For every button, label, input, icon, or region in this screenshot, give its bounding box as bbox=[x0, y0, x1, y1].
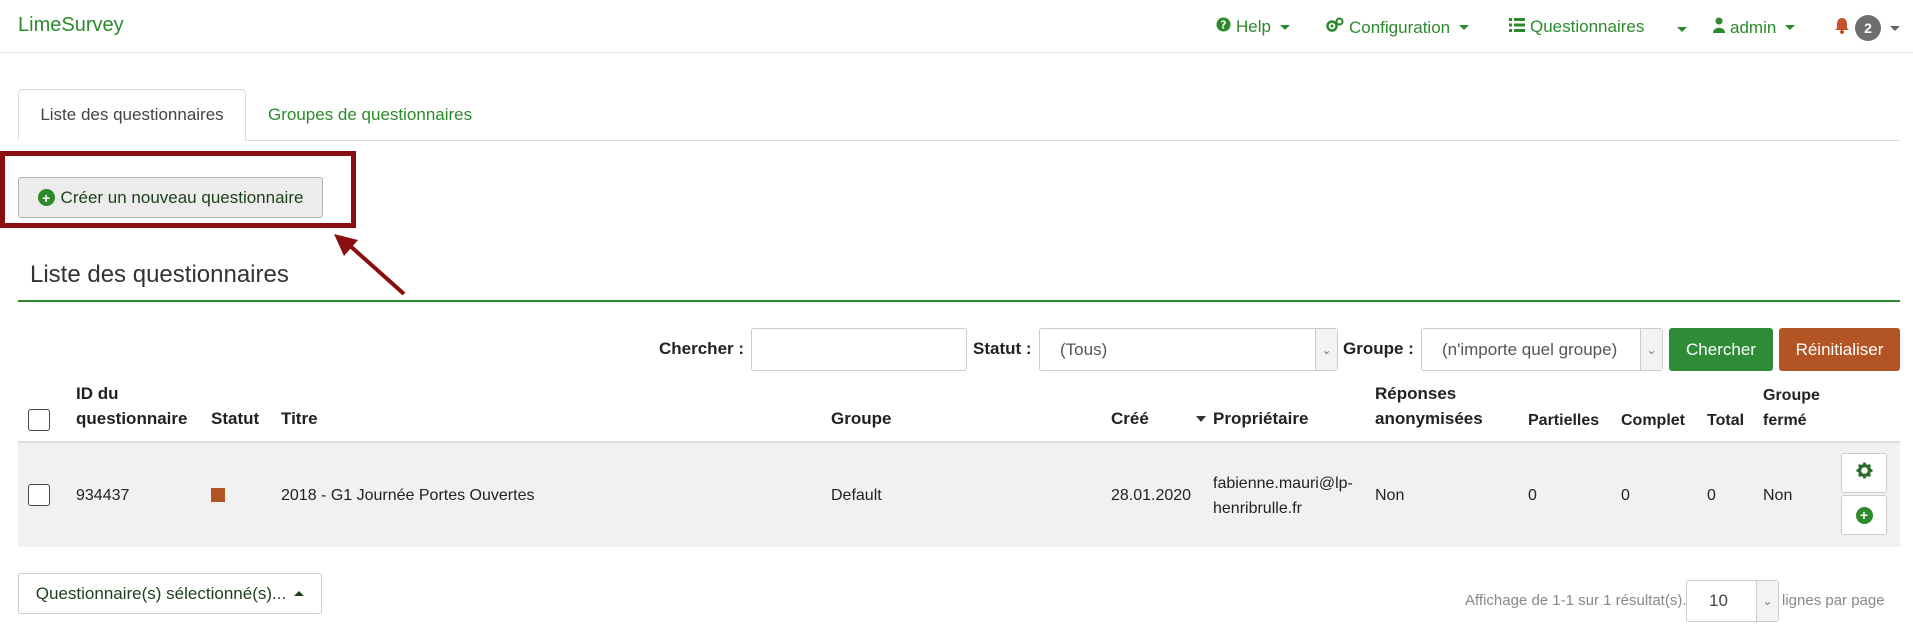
column-header-complete[interactable]: Complet bbox=[1621, 408, 1685, 433]
bell-icon bbox=[1834, 17, 1850, 39]
create-survey-label: Créer un nouveau questionnaire bbox=[60, 187, 304, 207]
group-label: Groupe : bbox=[1343, 339, 1414, 358]
row-checkbox[interactable] bbox=[28, 484, 50, 506]
survey-settings-button[interactable] bbox=[1841, 453, 1887, 493]
create-survey-button[interactable]: + Créer un nouveau questionnaire bbox=[18, 177, 323, 218]
chevron-down-icon: ⌄ bbox=[1315, 329, 1337, 370]
gear-icon bbox=[1856, 462, 1873, 484]
cell-id: 934437 bbox=[76, 487, 130, 504]
nav-configuration[interactable]: Configuration bbox=[1326, 17, 1470, 38]
add-response-button[interactable]: + bbox=[1841, 495, 1887, 535]
column-header-owner[interactable]: Propriétaire bbox=[1213, 406, 1308, 431]
column-header-anonymized[interactable]: Réponses anonymisées bbox=[1375, 381, 1483, 431]
nav-help[interactable]: ? Help bbox=[1216, 17, 1290, 37]
chevron-down-icon bbox=[1785, 25, 1796, 30]
tab-survey-groups[interactable]: Groupes de questionnaires bbox=[268, 105, 472, 125]
sort-desc-icon bbox=[1196, 416, 1206, 422]
cell-group: Default bbox=[831, 487, 882, 504]
section-divider bbox=[18, 300, 1900, 302]
arrow-annotation-icon bbox=[334, 234, 406, 296]
question-circle-icon: ? bbox=[1216, 17, 1231, 37]
cell-group-closed: Non bbox=[1763, 487, 1793, 504]
cell-anonymized: Non bbox=[1375, 487, 1405, 504]
cogs-icon bbox=[1326, 17, 1344, 38]
pager-summary: Affichage de 1-1 sur 1 résultat(s). bbox=[1465, 592, 1687, 609]
column-header-group-closed[interactable]: Groupe fermé bbox=[1763, 383, 1820, 433]
column-header-title[interactable]: Titre bbox=[281, 406, 318, 431]
nav-admin-label: admin bbox=[1730, 17, 1777, 37]
cell-title[interactable]: 2018 - G1 Journée Portes Ouvertes bbox=[281, 483, 534, 508]
select-all-checkbox[interactable] bbox=[28, 409, 50, 431]
cell-total: 0 bbox=[1707, 487, 1716, 504]
reset-button[interactable]: Réinitialiser bbox=[1779, 328, 1900, 371]
svg-text:?: ? bbox=[1221, 19, 1227, 31]
tab-survey-list[interactable]: Liste des questionnaires bbox=[18, 89, 246, 141]
caret-up-icon bbox=[294, 591, 305, 596]
column-header-created[interactable]: Créé bbox=[1111, 406, 1149, 431]
questionnaires-dropdown-icon[interactable] bbox=[1677, 27, 1687, 32]
chevron-down-icon bbox=[1279, 24, 1290, 30]
nav-questionnaires[interactable]: Questionnaires bbox=[1509, 17, 1644, 37]
chevron-down-icon: ⌄ bbox=[1640, 329, 1662, 370]
status-label: Statut : bbox=[973, 339, 1032, 358]
cell-partial: 0 bbox=[1528, 487, 1537, 504]
status-select[interactable]: (Tous) ⌄ bbox=[1039, 328, 1338, 371]
user-icon bbox=[1713, 17, 1725, 38]
nav-notifications[interactable]: 2 bbox=[1834, 15, 1900, 41]
tabs-divider bbox=[18, 140, 1900, 141]
selected-surveys-dropdown[interactable]: Questionnaire(s) sélectionné(s)... bbox=[18, 573, 322, 614]
cell-owner: fabienne.mauri@lp- henribrulle.fr bbox=[1213, 475, 1353, 517]
plus-circle-icon: + bbox=[1855, 506, 1873, 524]
page-size-select[interactable]: 10 ⌄ bbox=[1686, 580, 1779, 622]
status-indicator bbox=[211, 488, 225, 502]
cell-complete: 0 bbox=[1621, 487, 1630, 504]
section-title: Liste des questionnaires bbox=[30, 261, 289, 288]
plus-circle-icon: + bbox=[37, 189, 55, 206]
cell-created: 28.01.2020 bbox=[1111, 487, 1192, 504]
column-header-status[interactable]: Statut bbox=[211, 406, 259, 431]
group-select[interactable]: (n'importe quel groupe) ⌄ bbox=[1421, 328, 1663, 371]
page-size-value: 10 bbox=[1709, 591, 1728, 610]
chevron-down-icon bbox=[1459, 25, 1470, 30]
nav-help-label: Help bbox=[1236, 17, 1271, 36]
nav-configuration-label: Configuration bbox=[1349, 17, 1451, 37]
selected-surveys-label: Questionnaire(s) sélectionné(s)... bbox=[35, 583, 287, 603]
column-header-group[interactable]: Groupe bbox=[831, 406, 891, 431]
notification-count-badge: 2 bbox=[1855, 15, 1881, 41]
nav-questionnaires-label: Questionnaires bbox=[1530, 17, 1645, 36]
column-header-total[interactable]: Total bbox=[1707, 408, 1744, 433]
chevron-down-icon bbox=[1890, 25, 1900, 31]
status-select-value: (Tous) bbox=[1060, 339, 1108, 359]
list-icon bbox=[1509, 17, 1525, 37]
search-input[interactable] bbox=[751, 328, 967, 371]
search-button[interactable]: Chercher bbox=[1669, 328, 1773, 371]
search-label: Chercher : bbox=[659, 339, 745, 358]
page-size-suffix: lignes par page bbox=[1782, 592, 1885, 609]
nav-admin[interactable]: admin bbox=[1713, 17, 1796, 38]
column-header-partial[interactable]: Partielles bbox=[1528, 408, 1599, 433]
group-select-value: (n'importe quel groupe) bbox=[1442, 339, 1618, 359]
column-header-id[interactable]: ID du questionnaire bbox=[76, 381, 187, 431]
brand-logo[interactable]: LimeSurvey bbox=[18, 14, 124, 37]
chevron-down-icon: ⌄ bbox=[1756, 581, 1778, 621]
